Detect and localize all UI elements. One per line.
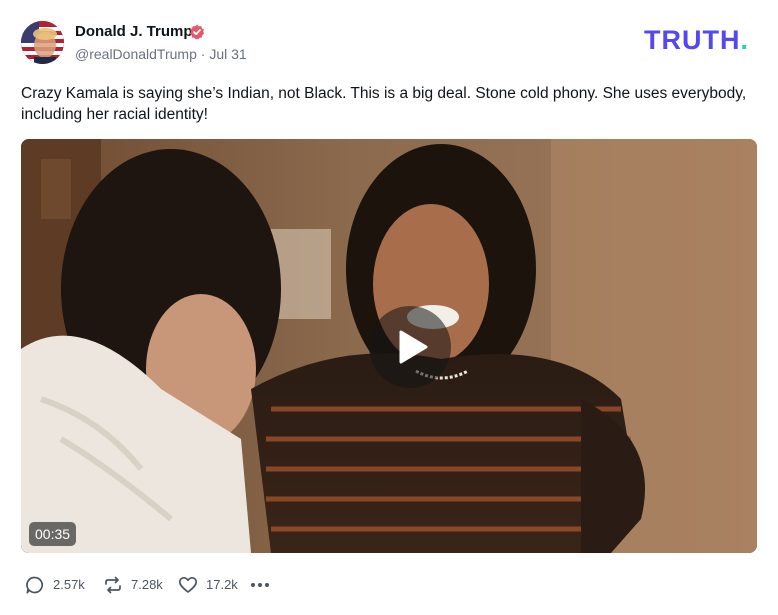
verified-badge-icon bbox=[189, 24, 205, 40]
meta-separator: · bbox=[200, 46, 206, 62]
author-display-name[interactable]: Donald J. Trump bbox=[75, 23, 193, 40]
author-meta: @realDonaldTrump · Jul 31 bbox=[75, 46, 247, 62]
more-options-button[interactable] bbox=[249, 574, 273, 596]
like-count: 17.2k bbox=[206, 577, 238, 592]
video-duration: 00:35 bbox=[29, 522, 77, 546]
repost-icon bbox=[105, 576, 121, 594]
truth-social-logo[interactable]: TRUTH. bbox=[644, 27, 749, 54]
reply-count: 2.57k bbox=[53, 577, 85, 592]
heart-icon bbox=[178, 576, 198, 593]
like-button[interactable]: 17.2k bbox=[178, 574, 250, 596]
reply-icon bbox=[26, 576, 44, 594]
post-text: Crazy Kamala is saying she’s Indian, not… bbox=[21, 85, 747, 123]
repost-count: 7.28k bbox=[131, 577, 163, 592]
avatar-image bbox=[21, 21, 64, 64]
post-date[interactable]: Jul 31 bbox=[209, 46, 246, 62]
play-button[interactable] bbox=[369, 306, 451, 388]
avatar[interactable] bbox=[21, 21, 64, 64]
reply-button[interactable]: 2.57k bbox=[25, 574, 95, 596]
repost-button[interactable]: 7.28k bbox=[103, 574, 183, 596]
video-player[interactable]: 00:35 bbox=[21, 139, 757, 553]
truth-post: Donald J. Trump @realDonaldTrump · Jul 3… bbox=[0, 0, 778, 615]
more-icon bbox=[251, 583, 269, 587]
author-handle[interactable]: @realDonaldTrump bbox=[75, 46, 197, 62]
play-icon bbox=[399, 330, 428, 364]
brand-dot: . bbox=[740, 25, 749, 55]
brand-name: TRUTH bbox=[644, 25, 741, 55]
